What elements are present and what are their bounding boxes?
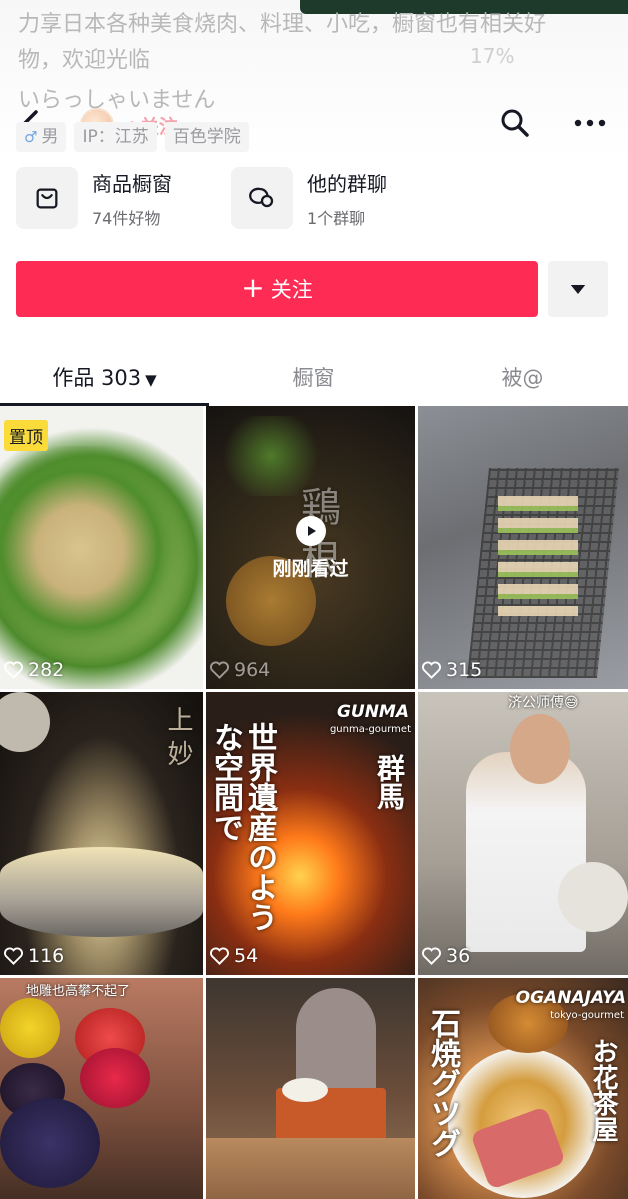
group-chat-icon [231, 167, 293, 229]
ip-tag: IP：江苏 [74, 122, 157, 152]
more-options-button[interactable] [570, 108, 610, 138]
group-count: 1个群聊 [307, 208, 366, 228]
plus-icon: + [241, 270, 265, 304]
recommend-dropdown-button[interactable] [548, 261, 608, 317]
like-count: 116 [4, 945, 64, 967]
like-count: 282 [4, 659, 64, 681]
caret-down-icon: ▼ [145, 371, 157, 389]
video-caption: 济公师傅😅 [508, 695, 579, 711]
heart-icon [210, 661, 229, 679]
chef-face-image [510, 714, 570, 784]
play-icon [295, 516, 326, 546]
pinned-badge: 置顶 [4, 420, 48, 451]
food-image [216, 416, 326, 496]
brand-sub-text: gunma-gourmet [329, 724, 411, 735]
brand-text: OGANAJAYA [515, 988, 626, 1008]
status-battery-ghost: 17% [470, 44, 515, 68]
brand-sub-text: tokyo-gourmet [550, 1010, 624, 1021]
gender-tag: ♂ 男 [16, 122, 67, 152]
video-overlay-text: 石焼グツグ [425, 1008, 460, 1158]
caret-down-icon [570, 284, 586, 294]
food-image [0, 446, 200, 676]
video-thumbnail[interactable]: 置顶 282 [0, 406, 203, 689]
fruit-basket-image [80, 1048, 150, 1108]
label-text: 上 妙 [163, 706, 193, 767]
shopping-bag-icon [16, 167, 78, 229]
skewers-image [498, 496, 578, 616]
video-caption: 地雕也高攀不起了 [26, 984, 131, 999]
video-grid: 置顶 282 鶏 根 刚刚看过 964 315 上 妙 116 GUNMA gu… [0, 406, 628, 1199]
counter-image [206, 1138, 415, 1199]
like-count: 315 [422, 659, 482, 681]
search-button[interactable] [498, 106, 532, 140]
bowl-image [558, 862, 628, 932]
fryer-image [0, 847, 203, 937]
video-thumbnail[interactable]: 鶏 根 刚刚看过 964 [206, 406, 415, 689]
video-thumbnail[interactable] [206, 978, 415, 1199]
video-thumbnail[interactable]: GUNMA gunma-gourmet 世界遺産のような空間で 群馬 54 [206, 692, 415, 975]
heart-icon [4, 947, 23, 965]
tab-works[interactable]: 作品 303 ▼ [0, 352, 209, 406]
school-tag[interactable]: 百色学院 [164, 122, 249, 152]
like-count: 964 [210, 659, 270, 681]
heart-icon [422, 661, 441, 679]
bio-line: 物，欢迎光临 [18, 48, 151, 73]
follow-label: 关注 [270, 278, 313, 302]
video-thumbnail[interactable]: 上 妙 116 [0, 692, 203, 975]
shop-title: 商品橱窗 [92, 171, 172, 196]
bio-line: 力享日本各种美食烧肉、料理、小吃，橱窗也有相关好 [18, 12, 547, 37]
heart-icon [4, 661, 23, 679]
male-icon: ♂ [24, 128, 38, 146]
search-icon [501, 109, 529, 137]
like-count: 36 [422, 945, 470, 967]
recently-viewed-marker: 刚刚看过 [206, 516, 415, 581]
profile-tags: ♂ 男 IP：江苏 百色学院 [16, 122, 249, 152]
fruit-basket-image [0, 1098, 100, 1188]
brand-text: GUNMA [336, 702, 409, 722]
follow-button[interactable]: + 关注 [16, 261, 538, 317]
video-thumbnail[interactable]: 315 [418, 406, 628, 689]
video-overlay-text: 群馬 [373, 754, 406, 810]
tab-window[interactable]: 橱窗 [209, 352, 418, 406]
bowl-image [282, 1078, 328, 1102]
more-dots-icon [574, 119, 606, 127]
profile-tabs: 作品 303 ▼ 橱窗 被@ [0, 352, 628, 406]
video-overlay-text: お花茶屋 [588, 1038, 618, 1142]
like-count: 54 [210, 945, 258, 967]
bowl-image [0, 692, 50, 752]
video-thumbnail[interactable]: OGANAJAYA tokyo-gourmet 石焼グツグ お花茶屋 [418, 978, 628, 1199]
shop-count: 74件好物 [92, 208, 161, 228]
heart-icon [422, 947, 441, 965]
group-title: 他的群聊 [307, 171, 387, 196]
tab-mentioned[interactable]: 被@ [418, 352, 627, 406]
group-chat-entry[interactable]: 他的群聊 1个群聊 [231, 166, 387, 230]
video-overlay-text: 世界遺産のような空間で [208, 722, 277, 932]
fruit-basket-image [0, 998, 60, 1058]
video-thumbnail[interactable]: 地雕也高攀不起了 [0, 978, 203, 1199]
video-thumbnail[interactable]: 济公师傅😅 36 [418, 692, 628, 975]
shop-window-entry[interactable]: 商品橱窗 74件好物 [16, 166, 172, 230]
heart-icon [210, 947, 229, 965]
